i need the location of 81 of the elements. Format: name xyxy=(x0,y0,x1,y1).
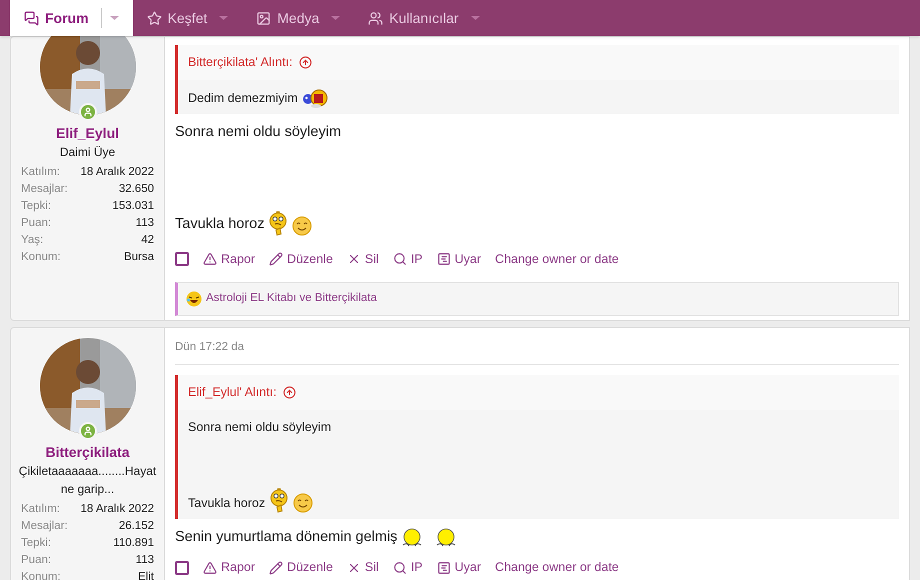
stat-label: Katılım: xyxy=(21,502,60,517)
nav-tab[interactable]: Medya xyxy=(242,0,354,36)
action-link[interactable]: IP xyxy=(392,250,423,268)
jump-up-icon[interactable] xyxy=(298,56,312,69)
stat-value: 110.891 xyxy=(113,536,154,551)
laughing-face-icon xyxy=(186,290,202,307)
warning-icon xyxy=(203,252,217,266)
action-link[interactable]: Düzenle xyxy=(269,558,333,577)
thinking-face-icon xyxy=(268,210,288,236)
nav-tab[interactable]: Forum xyxy=(10,0,133,36)
stat-value: 32.650 xyxy=(118,182,154,197)
select-checkbox[interactable] xyxy=(175,252,189,266)
nav-tab[interactable]: Kullanıcılar xyxy=(354,0,494,36)
stat-label: Puan: xyxy=(21,553,52,568)
message-text: Tavukla horoz xyxy=(175,214,264,234)
smiling-face-icon xyxy=(292,216,312,236)
star-icon xyxy=(146,10,162,26)
username[interactable]: Bitterçikilata xyxy=(45,442,130,462)
stat-value: 113 xyxy=(136,216,154,231)
action-link[interactable]: Rapor xyxy=(203,558,256,577)
pencil-icon xyxy=(269,252,284,266)
pencil-icon xyxy=(269,560,284,575)
chick-icon xyxy=(435,528,458,548)
emoticon-pair-icon xyxy=(302,88,330,108)
search-icon xyxy=(392,252,407,266)
reaction-names[interactable]: Astroloji EL Kitabı ve Bitterçikilata xyxy=(206,290,377,308)
stat-label: Konum: xyxy=(21,250,61,265)
action-link[interactable]: Sil xyxy=(346,250,379,268)
smiling-face-icon xyxy=(293,492,314,512)
select-checkbox[interactable] xyxy=(175,560,189,575)
stat-value: 18 Aralık 2022 xyxy=(80,165,154,180)
stat-value: 113 xyxy=(136,553,154,568)
warning-icon xyxy=(203,560,217,575)
chat-bubbles-icon xyxy=(24,10,39,26)
action-link[interactable]: Uyar xyxy=(436,250,482,268)
stat-label: Katılım: xyxy=(21,165,60,180)
action-link[interactable]: Uyar xyxy=(436,558,482,577)
message-text: Sonra nemi oldu söyleyim xyxy=(188,418,332,436)
jump-up-icon[interactable] xyxy=(282,386,296,399)
reactions-bar[interactable]: Astroloji EL Kitabı ve Bitterçikilata xyxy=(175,282,899,316)
action-link[interactable]: Düzenle xyxy=(269,250,333,268)
stat-value: 153.031 xyxy=(112,199,154,214)
stat-label: Konum: xyxy=(21,570,61,580)
action-link[interactable]: Sil xyxy=(346,558,379,577)
stat-value: 26.152 xyxy=(118,519,154,534)
username[interactable]: Elif_Eylul xyxy=(56,123,120,143)
action-link[interactable]: Change owner or date xyxy=(495,250,619,268)
message-text: Sonra nemi oldu söyleyim xyxy=(175,122,342,142)
stat-value: Elit xyxy=(138,570,154,580)
action-link[interactable]: Change owner or date xyxy=(495,558,619,577)
message-text: Senin yumurtlama dönemin gelmiş xyxy=(175,528,398,546)
nav-tab[interactable]: Keşfet xyxy=(132,0,242,36)
image-icon xyxy=(256,10,272,26)
quote-author[interactable]: Bitterçikilata' Alıntı: xyxy=(188,53,293,72)
user-title: Çikiletaaaaaaa........Hayat ne garip... xyxy=(18,463,156,498)
stat-label: Mesajlar: xyxy=(21,519,68,534)
post-date[interactable]: Dün 17:22 da xyxy=(175,341,244,353)
search-icon xyxy=(392,560,407,575)
stat-label: Tepki: xyxy=(21,536,52,551)
stat-label: Yaş: xyxy=(21,233,44,248)
stat-label: Tepki: xyxy=(21,199,52,214)
stat-value: 18 Aralık 2022 xyxy=(80,502,154,517)
action-link[interactable]: Rapor xyxy=(203,250,256,268)
action-link[interactable]: IP xyxy=(392,558,423,577)
message-text: Tavukla horoz xyxy=(188,494,266,512)
chick-icon xyxy=(401,528,424,548)
user-title: Daimi Üye xyxy=(60,144,116,161)
thinking-face-icon xyxy=(269,486,290,512)
message-text: Dedim demezmiyim xyxy=(188,90,298,107)
nav-label: Kullanıcılar xyxy=(389,8,459,28)
quote-author[interactable]: Elif_Eylul' Alıntı: xyxy=(188,383,277,402)
card-icon xyxy=(436,560,451,575)
stat-label: Mesajlar: xyxy=(21,182,68,197)
nav-label: Medya xyxy=(277,8,320,28)
card-icon xyxy=(436,252,451,266)
stat-label: Puan: xyxy=(21,216,52,231)
nav-label: Forum xyxy=(45,8,89,28)
users-icon xyxy=(368,10,384,26)
stat-value: 42 xyxy=(141,233,154,248)
nav-label: Keşfet xyxy=(168,8,208,28)
stat-value: Bursa xyxy=(124,250,154,265)
